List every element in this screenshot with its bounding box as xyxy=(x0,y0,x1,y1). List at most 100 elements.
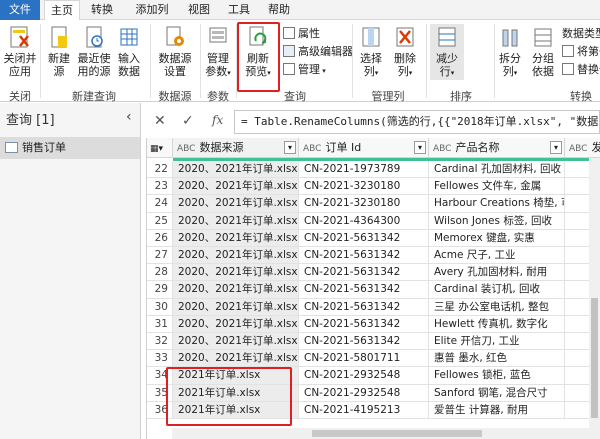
tab-file[interactable]: 文件 xyxy=(0,0,40,20)
text-type-icon[interactable]: ABC xyxy=(569,144,587,154)
split-column-button[interactable]: 拆分 列▾ xyxy=(496,24,524,80)
cell-source[interactable]: 2020、2021年订单.xlsx xyxy=(173,298,299,316)
cell-product-name[interactable]: Harbour Creations 椅垫, 可调 xyxy=(429,195,565,213)
replace-values-button[interactable]: 替换值 xyxy=(562,62,600,78)
formula-input[interactable]: = Table.RenameColumns(筛选的行,{{"2018年订单.xl… xyxy=(234,110,600,134)
group-by-button[interactable]: 分组 依据 xyxy=(528,24,558,78)
horizontal-scrollbar[interactable] xyxy=(172,428,589,439)
tab-home[interactable]: 主页 xyxy=(44,0,80,21)
cell-source[interactable]: 2020、2021年订单.xlsx xyxy=(173,315,299,333)
reduce-rows-button[interactable]: 减少 行▾ xyxy=(430,24,464,80)
cell-order-id[interactable]: CN-2021-5631342 xyxy=(299,281,429,299)
cell-order-id[interactable]: CN-2021-1973789 xyxy=(299,161,429,179)
cell-product-name[interactable]: Cardinal 装订机, 回收 xyxy=(429,281,565,299)
cell-order-id[interactable]: CN-2021-5631342 xyxy=(299,315,429,333)
filter-dropdown-icon[interactable]: ▾ xyxy=(414,141,426,154)
tab-help[interactable]: 帮助 xyxy=(262,0,296,20)
tab-view[interactable]: 视图 xyxy=(182,0,216,20)
cell-order-id[interactable]: CN-2021-3230180 xyxy=(299,195,429,213)
text-type-icon[interactable]: ABC xyxy=(433,144,451,154)
text-type-icon[interactable]: ABC xyxy=(177,144,195,154)
cell-source[interactable]: 2020、2021年订单.xlsx xyxy=(173,229,299,247)
horizontal-scroll-thumb[interactable] xyxy=(312,430,482,437)
tab-add-column[interactable]: 添加列 xyxy=(128,0,176,20)
row-index[interactable]: 23 xyxy=(147,178,173,196)
column-header-source[interactable]: ABC 数据来源 ▾ xyxy=(173,138,299,158)
cancel-icon[interactable]: ✕ xyxy=(154,113,166,129)
cell-source[interactable]: 2020、2021年订单.xlsx xyxy=(173,161,299,179)
cell-product-name[interactable]: 爱普生 计算器, 耐用 xyxy=(429,401,565,419)
filter-dropdown-icon[interactable]: ▾ xyxy=(550,141,562,154)
cell-product-name[interactable]: 三星 办公室电话机, 整包 xyxy=(429,298,565,316)
row-index[interactable]: 30 xyxy=(147,298,173,316)
tab-tools[interactable]: 工具 xyxy=(222,0,256,20)
recent-sources-button[interactable]: 最近使 用的源 xyxy=(76,24,112,78)
new-source-button[interactable]: 新建 源 xyxy=(44,24,74,78)
filter-dropdown-icon[interactable]: ▾ xyxy=(284,141,296,154)
cell-order-id[interactable]: CN-2021-2932548 xyxy=(299,367,429,385)
cell-order-id[interactable]: CN-2021-5631342 xyxy=(299,247,429,265)
row-index[interactable]: 25 xyxy=(147,212,173,230)
properties-button[interactable]: 属性 xyxy=(283,26,320,42)
row-index[interactable]: 31 xyxy=(147,315,173,333)
cell-source[interactable]: 2020、2021年订单.xlsx xyxy=(173,281,299,299)
cell-source[interactable]: 2020、2021年订单.xlsx xyxy=(173,178,299,196)
cell-order-id[interactable]: CN-2021-4195213 xyxy=(299,401,429,419)
text-type-icon[interactable]: ABC xyxy=(303,144,321,154)
fx-icon[interactable]: fx xyxy=(212,113,223,127)
cell-source[interactable]: 2020、2021年订单.xlsx xyxy=(173,264,299,282)
manage-button[interactable]: 管理 ▾ xyxy=(283,62,326,78)
close-apply-button[interactable]: 关闭并 应用 xyxy=(2,24,38,78)
cell-product-name[interactable]: Acme 尺子, 工业 xyxy=(429,247,565,265)
cell-product-name[interactable]: Sanford 钢笔, 混合尺寸 xyxy=(429,384,565,402)
cell-source[interactable]: 2020、2021年订单.xlsx xyxy=(173,247,299,265)
cell-product-name[interactable]: Fellowes 文件车, 金属 xyxy=(429,178,565,196)
cell-product-name[interactable]: Hewlett 传真机, 数字化 xyxy=(429,315,565,333)
row-index[interactable]: 33 xyxy=(147,350,173,368)
query-item[interactable]: 销售订单 xyxy=(0,137,140,159)
cell-product-name[interactable]: Memorex 键盘, 实惠 xyxy=(429,229,565,247)
table-menu-icon[interactable]: ▦▾ xyxy=(147,138,173,158)
cell-order-id[interactable]: CN-2021-2932548 xyxy=(299,384,429,402)
advanced-editor-button[interactable]: 高级编辑器 xyxy=(283,44,353,60)
row-index[interactable]: 32 xyxy=(147,333,173,351)
collapse-pane-icon[interactable]: ‹ xyxy=(126,109,132,125)
cell-product-name[interactable]: 惠普 墨水, 红色 xyxy=(429,350,565,368)
row-index[interactable]: 24 xyxy=(147,195,173,213)
enter-data-button[interactable]: 输入 数据 xyxy=(114,24,144,78)
cell-order-id[interactable]: CN-2021-4364300 xyxy=(299,212,429,230)
row-index[interactable]: 26 xyxy=(147,229,173,247)
row-index[interactable]: 22 xyxy=(147,161,173,179)
remove-columns-button[interactable]: 删除 列▾ xyxy=(390,24,420,80)
row-index[interactable]: 28 xyxy=(147,264,173,282)
cell-order-id[interactable]: CN-2021-3230180 xyxy=(299,178,429,196)
row-index[interactable]: 27 xyxy=(147,247,173,265)
cell-product-name[interactable]: Cardinal 孔加固材料, 回收 xyxy=(429,161,565,179)
cell-source[interactable]: 2020、2021年订单.xlsx xyxy=(173,333,299,351)
cell-source[interactable]: 2020、2021年订单.xlsx xyxy=(173,212,299,230)
cell-product-name[interactable]: Wilson Jones 标签, 回收 xyxy=(429,212,565,230)
cell-order-id[interactable]: CN-2021-5631342 xyxy=(299,229,429,247)
cell-source[interactable]: 2020、2021年订单.xlsx xyxy=(173,350,299,368)
cell-product-name[interactable]: Avery 孔加固材料, 耐用 xyxy=(429,264,565,282)
manage-parameters-button[interactable]: 管理 参数▾ xyxy=(202,24,234,80)
column-header-extra[interactable]: ABC 发 xyxy=(565,138,600,158)
column-header-order-id[interactable]: ABC 订单 Id ▾ xyxy=(299,138,429,158)
data-type-button[interactable]: 数据类型 xyxy=(562,26,600,42)
cell-order-id[interactable]: CN-2021-5631342 xyxy=(299,333,429,351)
cell-order-id[interactable]: CN-2021-5801711 xyxy=(299,350,429,368)
cell-product-name[interactable]: Elite 开信刀, 工业 xyxy=(429,333,565,351)
choose-columns-button[interactable]: 选择 列▾ xyxy=(356,24,386,80)
tab-transform[interactable]: 转换 xyxy=(84,0,120,20)
data-source-settings-button[interactable]: 数据源 设置 xyxy=(154,24,196,78)
vertical-scroll-thumb[interactable] xyxy=(591,298,598,418)
column-header-product-name[interactable]: ABC 产品名称 ▾ xyxy=(429,138,565,158)
cell-order-id[interactable]: CN-2021-5631342 xyxy=(299,298,429,316)
cell-source[interactable]: 2020、2021年订单.xlsx xyxy=(173,195,299,213)
row-index[interactable]: 29 xyxy=(147,281,173,299)
cell-product-name[interactable]: Fellowes 锁柜, 蓝色 xyxy=(429,367,565,385)
use-first-row-button[interactable]: 将第一 xyxy=(562,44,600,60)
check-icon[interactable]: ✓ xyxy=(182,113,194,129)
vertical-scrollbar[interactable] xyxy=(589,158,600,439)
cell-order-id[interactable]: CN-2021-5631342 xyxy=(299,264,429,282)
